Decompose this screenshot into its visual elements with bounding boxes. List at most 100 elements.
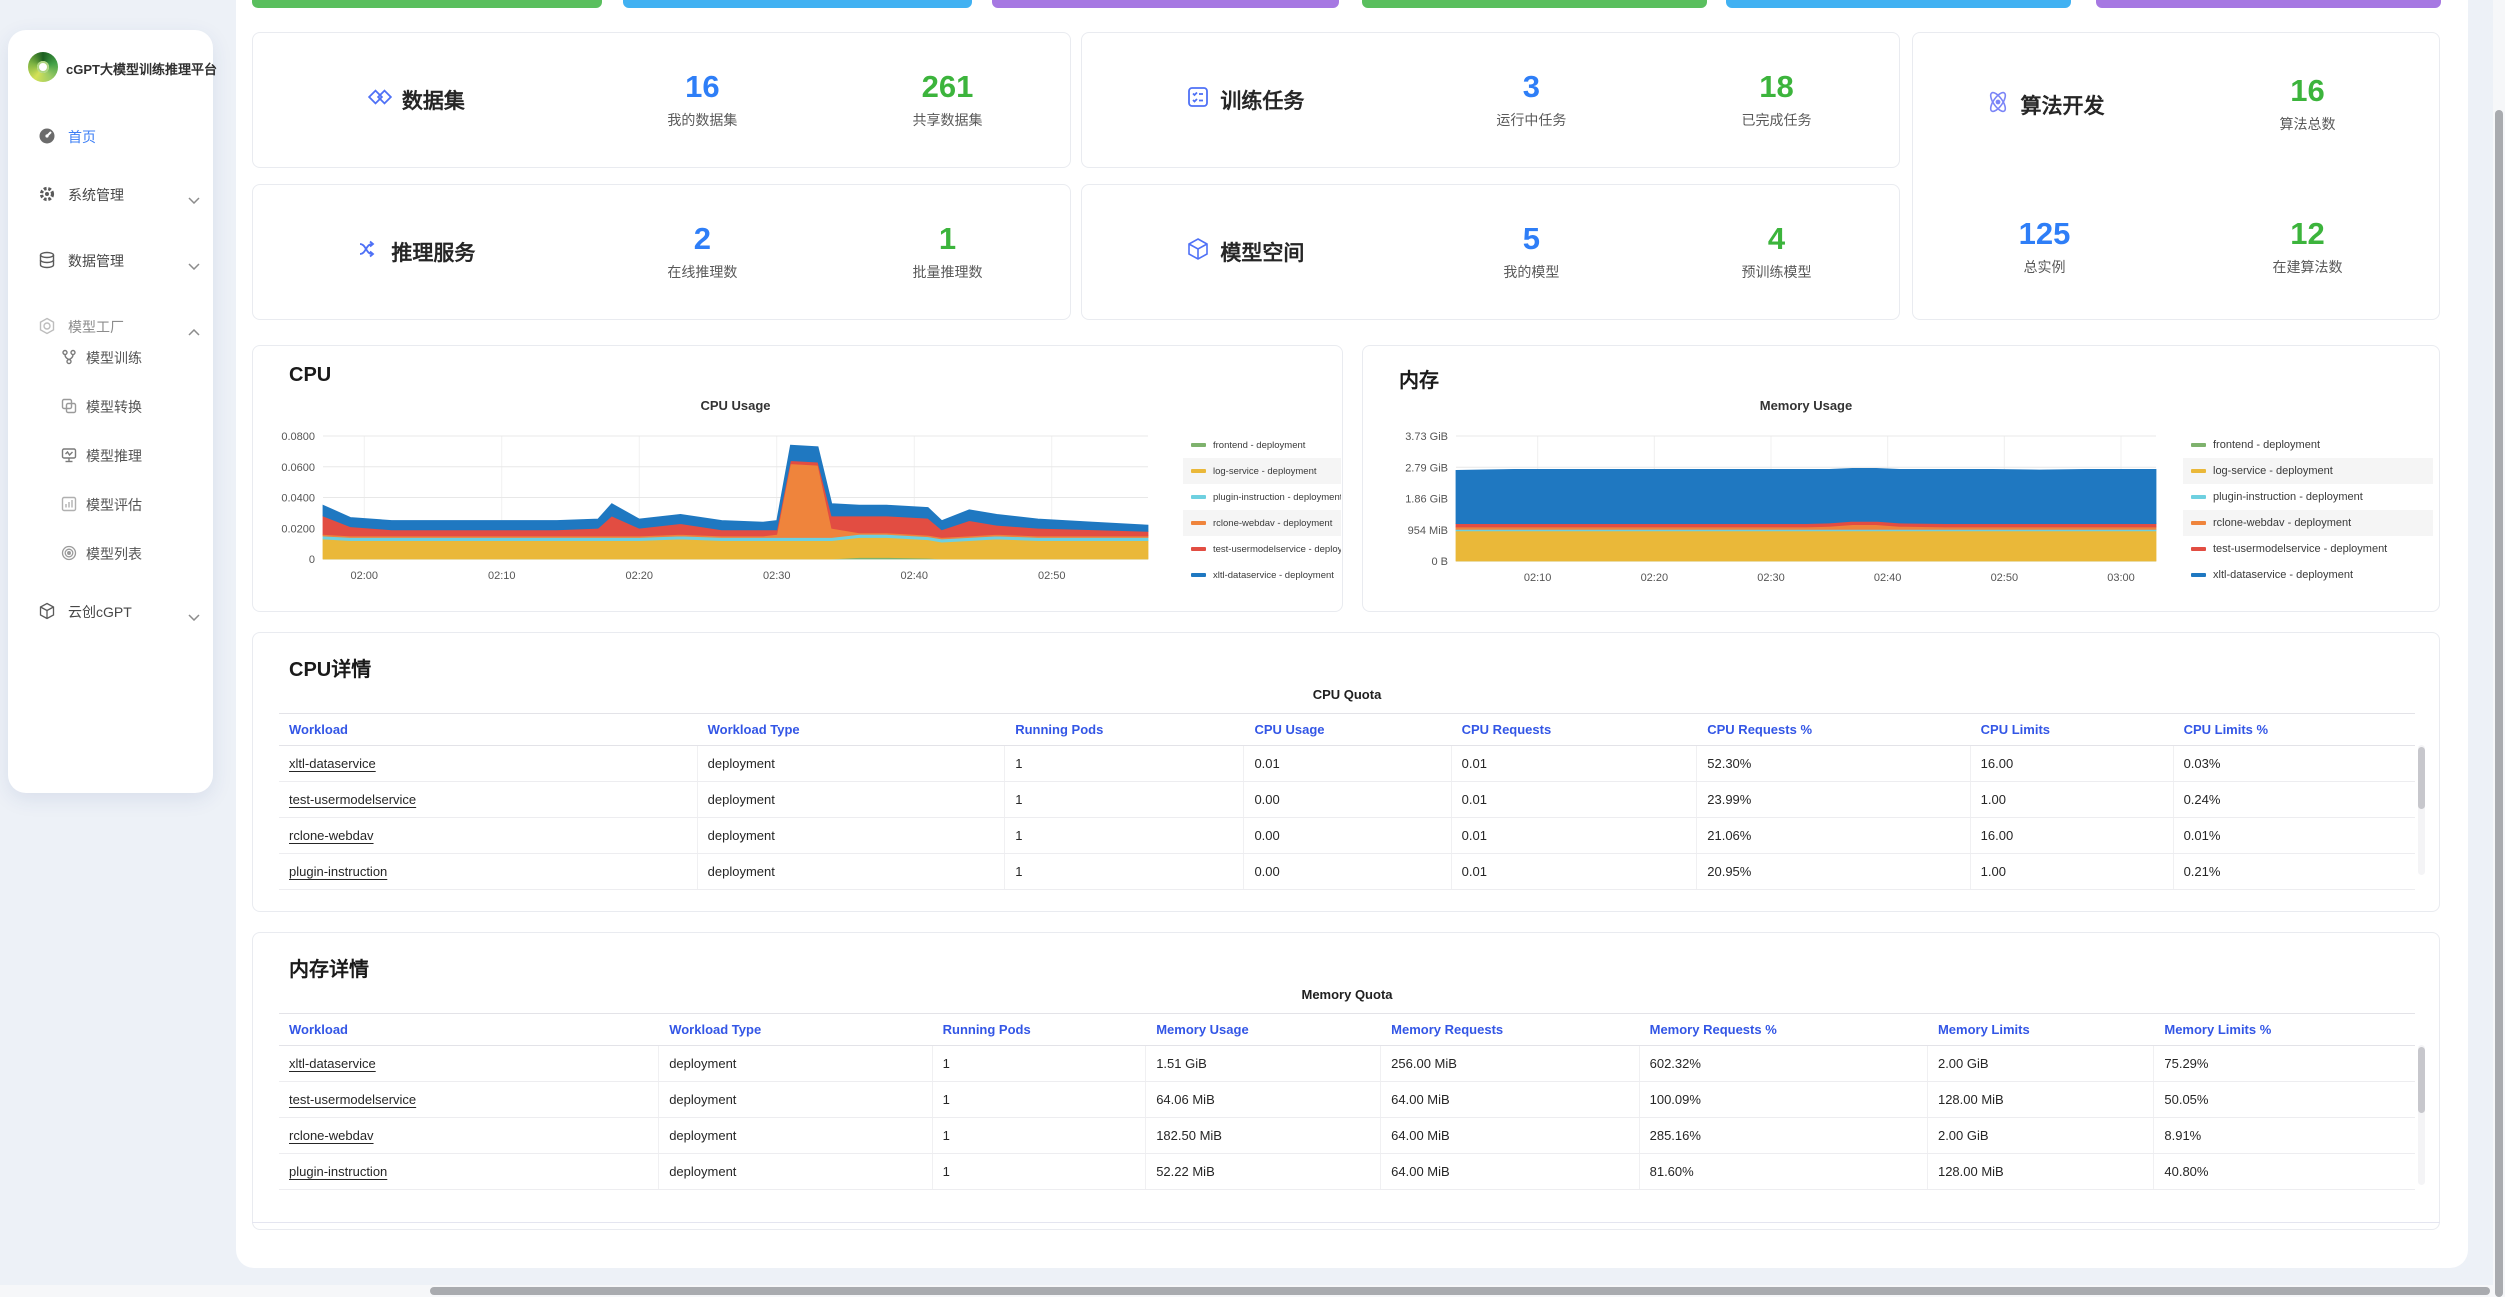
- table-scrollbar-thumb[interactable]: [2418, 1047, 2425, 1113]
- app-logo: [28, 52, 58, 82]
- column-header[interactable]: CPU Limits %: [2174, 714, 2415, 745]
- sidebar-item-model-training[interactable]: 模型训练: [8, 336, 213, 378]
- sidebar-item-system-management[interactable]: 系统管理: [8, 173, 213, 215]
- stat-metric: 12 在建算法数: [2273, 218, 2343, 277]
- workload-link[interactable]: rclone-webdav: [279, 1118, 659, 1153]
- column-header[interactable]: CPU Limits: [1971, 714, 2174, 745]
- table-cell: 64.06 MiB: [1146, 1082, 1381, 1117]
- table-cell: 0.00: [1244, 854, 1451, 889]
- column-header[interactable]: Workload Type: [659, 1014, 932, 1045]
- stat-value: 4: [1654, 223, 1899, 254]
- column-header[interactable]: CPU Requests %: [1697, 714, 1970, 745]
- table-row: test-usermodelservicedeployment10.000.01…: [279, 782, 2415, 818]
- column-header[interactable]: Workload Type: [698, 714, 1006, 745]
- model-convert-icon: [60, 397, 78, 415]
- table-row: xltl-dataservicedeployment10.010.0152.30…: [279, 746, 2415, 782]
- vertical-scrollbar-thumb[interactable]: [2495, 110, 2503, 1297]
- chevron-down-icon: [188, 191, 200, 209]
- table-scrollbar[interactable]: [2418, 1045, 2425, 1185]
- stat-label: 预训练模型: [1654, 262, 1899, 282]
- svg-text:02:40: 02:40: [900, 570, 928, 582]
- stat-label: 在建算法数: [2273, 257, 2343, 277]
- table-row: xltl-dataservicedeployment11.51 GiB256.0…: [279, 1046, 2415, 1082]
- svg-text:0.0200: 0.0200: [281, 523, 315, 535]
- svg-text:0.0800: 0.0800: [281, 431, 315, 443]
- dataset-icon: [368, 85, 392, 115]
- stat-metric: 3 运行中任务: [1409, 71, 1654, 130]
- sidebar-item-label: 模型推理: [86, 446, 142, 466]
- chevron-down-icon: [188, 608, 200, 626]
- sidebar-item-label: 首页: [68, 127, 96, 147]
- dataset-stat-card: 数据集 16 我的数据集 261 共享数据集: [252, 32, 1071, 168]
- workload-link[interactable]: xltl-dataservice: [279, 1046, 659, 1081]
- workload-link[interactable]: xltl-dataservice: [279, 746, 698, 781]
- model-factory-icon: [38, 317, 56, 335]
- legend-item[interactable]: rclone-webdav - deployment: [2183, 510, 2433, 536]
- memory-panel-title: 内存: [1399, 364, 1439, 393]
- column-header[interactable]: CPU Requests: [1452, 714, 1698, 745]
- app-title: cGPT大模型训练推理平台: [66, 59, 217, 78]
- column-header[interactable]: Memory Usage: [1146, 1014, 1381, 1045]
- column-header[interactable]: Running Pods: [933, 1014, 1147, 1045]
- stat-value: 125: [2019, 218, 2071, 249]
- horizontal-scrollbar-thumb[interactable]: [430, 1287, 2490, 1295]
- dashboard-icon: [38, 127, 56, 145]
- legend-item[interactable]: plugin-instruction - deployment: [1183, 484, 1341, 510]
- column-header[interactable]: Workload: [279, 714, 698, 745]
- table-cell: 0.01: [1244, 746, 1451, 781]
- svg-text:02:30: 02:30: [1757, 572, 1785, 584]
- legend-swatch-icon: [1191, 573, 1206, 577]
- sidebar-item-data-management[interactable]: 数据管理: [8, 239, 213, 281]
- column-header[interactable]: Memory Limits %: [2154, 1014, 2415, 1045]
- workload-link[interactable]: plugin-instruction: [279, 1154, 659, 1189]
- table-cell: 1: [1005, 854, 1244, 889]
- legend-item[interactable]: xltl-dataservice - deployment: [1183, 562, 1341, 582]
- sidebar-item-model-evaluation[interactable]: 模型评估: [8, 483, 213, 525]
- svg-text:02:50: 02:50: [1991, 572, 2019, 584]
- column-header[interactable]: Memory Requests: [1381, 1014, 1639, 1045]
- workload-link[interactable]: test-usermodelservice: [279, 1082, 659, 1117]
- table-scrollbar[interactable]: [2418, 745, 2425, 875]
- model-train-icon: [60, 348, 78, 366]
- legend-swatch-icon: [2191, 573, 2206, 577]
- top-clipped-card-blue: [623, 0, 972, 8]
- column-header[interactable]: Memory Requests %: [1640, 1014, 1928, 1045]
- table-row: rclone-webdavdeployment10.000.0121.06%16…: [279, 818, 2415, 854]
- legend-label: xltl-dataservice - deployment: [2213, 569, 2353, 581]
- sidebar-item-label: 数据管理: [68, 251, 124, 271]
- legend-item[interactable]: plugin-instruction - deployment: [2183, 484, 2433, 510]
- sidebar-item-model-conversion[interactable]: 模型转换: [8, 385, 213, 427]
- svg-text:02:30: 02:30: [763, 570, 791, 582]
- sidebar-item-home[interactable]: 首页: [8, 115, 213, 157]
- workload-link[interactable]: test-usermodelservice: [279, 782, 698, 817]
- sidebar-item-model-inference[interactable]: 模型推理: [8, 434, 213, 476]
- svg-text:03:00: 03:00: [2107, 572, 2135, 584]
- memory-detail-section: 内存详情 Memory Quota WorkloadWorkload TypeR…: [252, 932, 2440, 1230]
- stat-value: 261: [825, 71, 1070, 102]
- stat-value: 12: [2273, 218, 2343, 249]
- stat-value: 18: [1654, 71, 1899, 102]
- legend-item[interactable]: test-usermodelservice - deployment: [2183, 536, 2433, 562]
- sidebar-item-cloud-cgpt[interactable]: 云创cGPT: [8, 590, 213, 632]
- workload-link[interactable]: rclone-webdav: [279, 818, 698, 853]
- sidebar-item-model-list[interactable]: 模型列表: [8, 532, 213, 574]
- stat-label: 我的数据集: [580, 110, 825, 130]
- legend-item[interactable]: test-usermodelservice - deployment: [1183, 536, 1341, 562]
- svg-text:02:10: 02:10: [488, 570, 516, 582]
- column-header[interactable]: CPU Usage: [1244, 714, 1451, 745]
- table-scrollbar-thumb[interactable]: [2418, 747, 2425, 809]
- workload-link[interactable]: plugin-instruction: [279, 854, 698, 889]
- legend-item[interactable]: log-service - deployment: [1183, 458, 1341, 484]
- column-header[interactable]: Workload: [279, 1014, 659, 1045]
- table-cell: 0.01: [1452, 782, 1698, 817]
- legend-item[interactable]: frontend - deployment: [1183, 432, 1341, 458]
- column-header[interactable]: Running Pods: [1005, 714, 1244, 745]
- table-cell: 21.06%: [1697, 818, 1970, 853]
- model-inference-icon: [60, 446, 78, 464]
- column-header[interactable]: Memory Limits: [1928, 1014, 2154, 1045]
- stat-label: 在线推理数: [580, 262, 825, 282]
- legend-item[interactable]: rclone-webdav - deployment: [1183, 510, 1341, 536]
- legend-item[interactable]: frontend - deployment: [2183, 432, 2433, 458]
- legend-item[interactable]: xltl-dataservice - deployment: [2183, 562, 2433, 584]
- legend-item[interactable]: log-service - deployment: [2183, 458, 2433, 484]
